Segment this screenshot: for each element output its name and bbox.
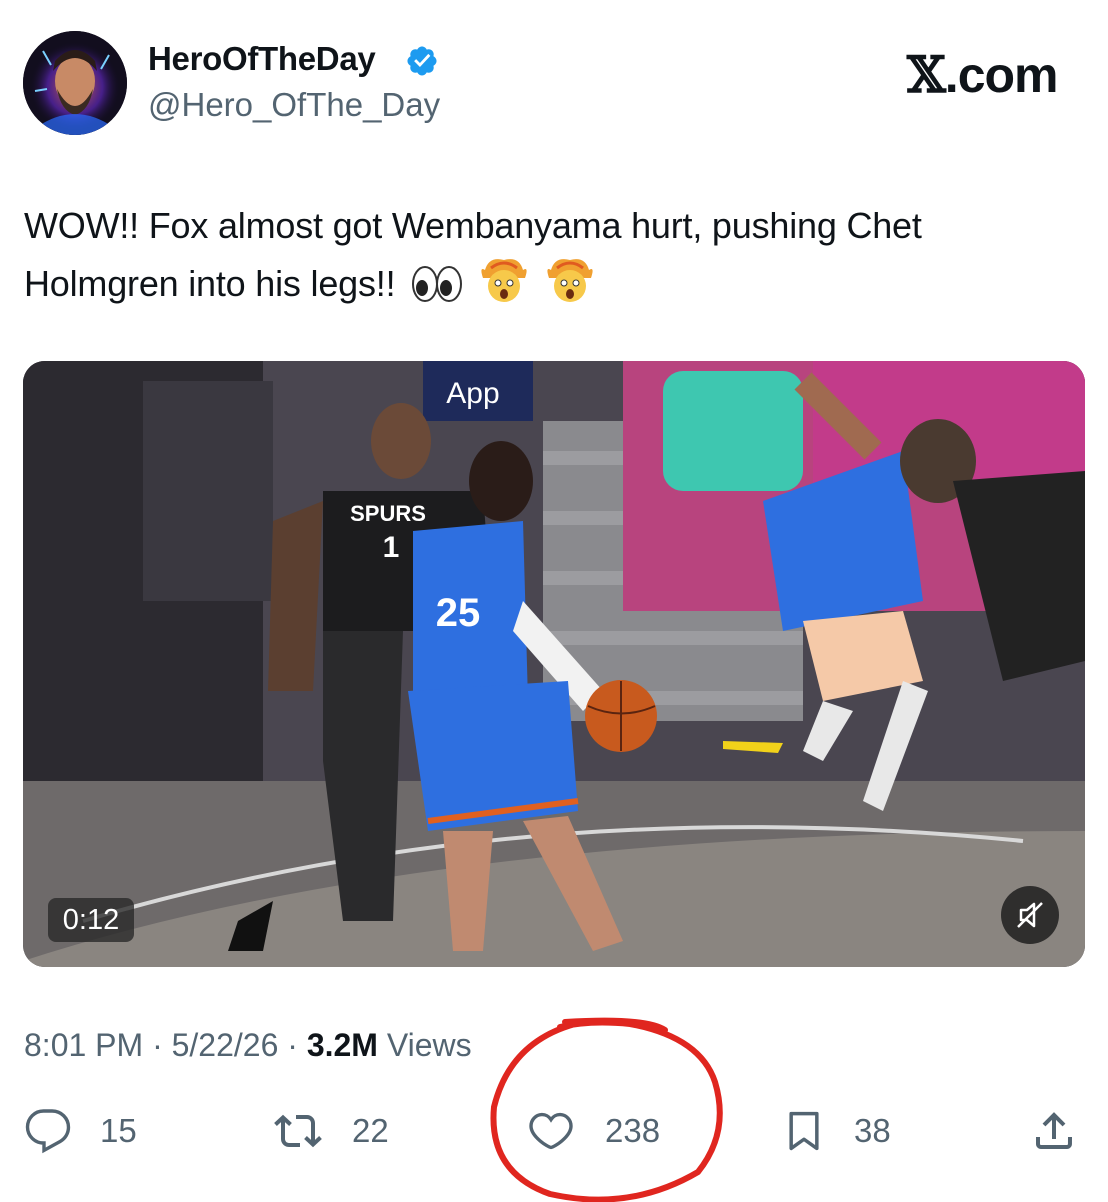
video-player[interactable]: App SPURS 1 25 <box>23 361 1085 967</box>
share-icon <box>1036 1112 1072 1149</box>
share-button[interactable] <box>1030 1105 1078 1157</box>
tweet-text-line-2: Holmgren into his legs!! <box>24 254 1084 320</box>
annotation-circle <box>490 1017 723 1202</box>
verified-badge-icon <box>405 44 439 78</box>
avatar[interactable] <box>23 31 127 135</box>
bookmark-count: 38 <box>854 1112 891 1149</box>
tweet-text: WOW!! Fox almost got Wembanyama hurt, pu… <box>24 198 1084 320</box>
bookmark-button[interactable]: 38 <box>782 1105 891 1157</box>
tweet-text-line-2-text: Holmgren into his legs!! <box>24 263 396 304</box>
reply-button[interactable]: 15 <box>24 1105 137 1157</box>
views-count: 3.2M <box>306 1027 378 1063</box>
meta-separator: · <box>287 1027 298 1063</box>
jersey-left-text: SPURS <box>350 501 426 526</box>
tweet-text-line-1: WOW!! Fox almost got Wembanyama hurt, pu… <box>24 205 922 246</box>
speaker-muted-icon <box>1017 902 1043 928</box>
tweet-time[interactable]: 8:01 PM <box>24 1027 143 1063</box>
exploding-head-emoji-icon <box>545 254 595 320</box>
x-logo-glyph: 𝕏 <box>907 45 946 104</box>
exploding-head-emoji-icon <box>479 254 529 320</box>
meta-separator: · <box>152 1027 163 1063</box>
reply-count: 15 <box>100 1112 137 1149</box>
display-name[interactable]: HeroOfTheDay <box>148 40 376 78</box>
unmute-button[interactable] <box>1001 886 1059 944</box>
brand-domain: .com <box>944 47 1059 103</box>
repost-button[interactable]: 22 <box>272 1105 389 1157</box>
repost-count: 22 <box>352 1112 389 1149</box>
tweet-meta: 8:01 PM · 5/22/26 · 3.2M Views <box>24 1027 472 1064</box>
tweet-date[interactable]: 5/22/26 <box>172 1027 279 1063</box>
reply-icon <box>25 1109 71 1154</box>
jersey-right-number: 25 <box>436 591 481 635</box>
video-duration: 0:12 <box>48 898 134 942</box>
x-brand-logo: 𝕏.com <box>907 45 1058 104</box>
eyes-emoji-icon <box>411 264 463 320</box>
user-handle[interactable]: @Hero_OfThe_Day <box>148 86 440 124</box>
bookmark-icon <box>789 1111 819 1151</box>
views-label: Views <box>386 1027 472 1063</box>
video-frame: App SPURS 1 25 <box>23 361 1085 967</box>
jersey-left-number: 1 <box>383 531 400 564</box>
banner-text: App <box>446 377 499 410</box>
repost-icon <box>274 1114 322 1148</box>
